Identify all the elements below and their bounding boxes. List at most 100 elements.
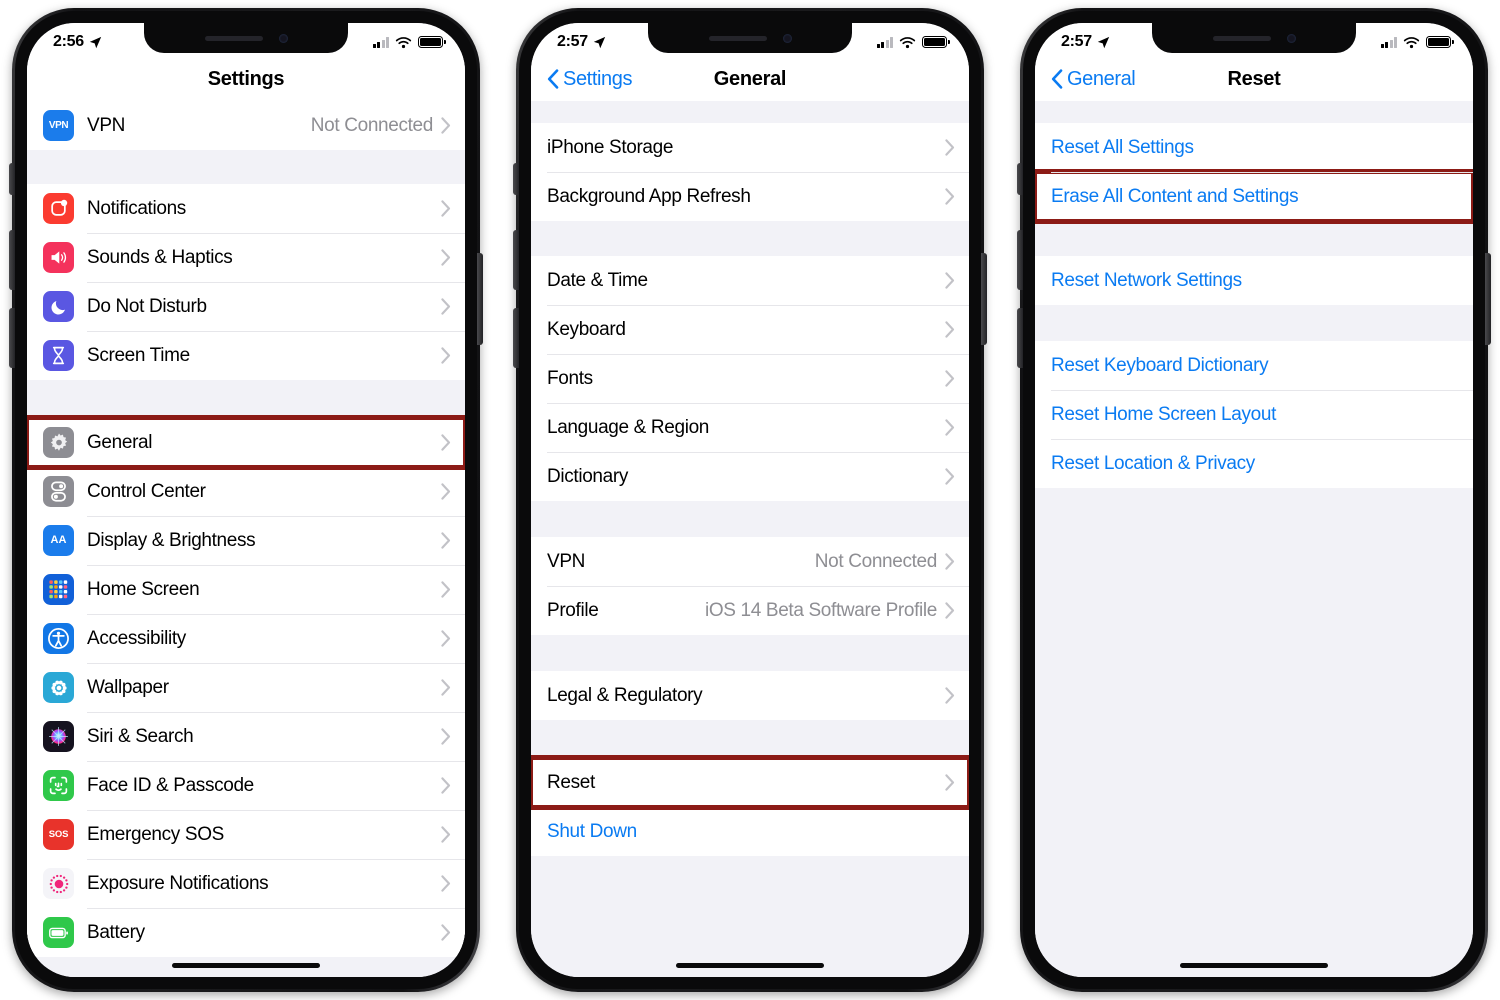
volume-down-button[interactable] (513, 308, 519, 368)
list-row-erase-all-content-and-settings[interactable]: Erase All Content and Settings (1035, 169, 1473, 224)
list-row-notifications[interactable]: Notifications (27, 184, 465, 233)
list-row-siri-search[interactable]: Siri & Search (27, 712, 465, 761)
row-label: Emergency SOS (87, 823, 224, 845)
chevron-right-icon (441, 777, 451, 794)
wifi-icon (395, 36, 412, 48)
front-camera-icon (1286, 33, 1296, 43)
row-label: Shut Down (547, 820, 637, 842)
home-indicator[interactable] (676, 963, 824, 968)
list-row-sounds-haptics[interactable]: Sounds & Haptics (27, 233, 465, 282)
settings-list[interactable]: iPhone Storage Background App Refresh Date… (531, 101, 969, 977)
chevron-right-icon (945, 419, 955, 436)
row-label: Reset Network Settings (1051, 269, 1242, 291)
chevron-right-icon (441, 298, 451, 315)
list-row-background-app-refresh[interactable]: Background App Refresh (531, 172, 969, 221)
speaker-icon (1212, 35, 1271, 41)
list-row-emergency-sos[interactable]: SOS Emergency SOS (27, 810, 465, 859)
list-row-vpn[interactable]: VPN Not Connected (531, 537, 969, 586)
list-row-do-not-disturb[interactable]: Do Not Disturb (27, 282, 465, 331)
list-row-reset-all-settings[interactable]: Reset All Settings (1035, 123, 1473, 172)
chevron-right-icon (441, 532, 451, 549)
row-label: Accessibility (87, 627, 186, 649)
chevron-right-icon (441, 347, 451, 364)
display-icon: AA (43, 525, 74, 556)
list-row-reset[interactable]: Reset (531, 755, 969, 810)
power-button[interactable] (1485, 253, 1491, 345)
row-label: Reset (547, 771, 595, 793)
list-row-legal-regulatory[interactable]: Legal & Regulatory (531, 671, 969, 720)
list-section-0: VPN VPN Not Connected (27, 101, 465, 150)
list-row-accessibility[interactable]: Accessibility (27, 614, 465, 663)
nav-back-button[interactable]: General (1051, 67, 1136, 91)
list-row-face-id-passcode[interactable]: Face ID & Passcode (27, 761, 465, 810)
list-section-1: Reset Network Settings (1035, 256, 1473, 305)
mute-switch[interactable] (513, 163, 519, 195)
row-label: Fonts (547, 367, 593, 389)
nav-back-label: General (1067, 67, 1136, 90)
list-row-dictionary[interactable]: Dictionary (531, 452, 969, 501)
chevron-right-icon (441, 875, 451, 892)
list-section-0: Reset All Settings Erase All Content and … (1035, 123, 1473, 224)
list-row-reset-network-settings[interactable]: Reset Network Settings (1035, 256, 1473, 305)
power-button[interactable] (981, 253, 987, 345)
home-indicator[interactable] (1180, 963, 1328, 968)
row-label: Battery (87, 921, 145, 943)
volume-up-button[interactable] (1017, 230, 1023, 290)
nav-back-button[interactable]: Settings (547, 68, 632, 91)
row-label: Reset Keyboard Dictionary (1051, 354, 1269, 376)
phone-settings: 2:56 Settings VPN VPN Not Connected Notificat… (9, 8, 483, 992)
settings-list[interactable]: Reset All Settings Erase All Content and … (1035, 101, 1473, 977)
list-section-0: iPhone Storage Background App Refresh (531, 123, 969, 221)
list-row-reset-home-screen-layout[interactable]: Reset Home Screen Layout (1035, 390, 1473, 439)
section-gap (1035, 221, 1473, 256)
list-row-screen-time[interactable]: Screen Time (27, 331, 465, 380)
battery-icon (418, 36, 446, 48)
status-time-group: 2:57 (1061, 33, 1110, 51)
wallpaper-icon (43, 672, 74, 703)
list-row-reset-keyboard-dictionary[interactable]: Reset Keyboard Dictionary (1035, 341, 1473, 390)
list-row-profile[interactable]: Profile iOS 14 Beta Software Profile (531, 586, 969, 635)
power-button[interactable] (477, 253, 483, 345)
settings-list[interactable]: VPN VPN Not Connected Notifications Sounds &… (27, 101, 465, 977)
nav-bar: Settings General (531, 57, 969, 101)
notch (1152, 23, 1356, 53)
volume-up-button[interactable] (9, 230, 15, 290)
sounds-icon (43, 242, 74, 273)
list-row-display-brightness[interactable]: AA Display & Brightness (27, 516, 465, 565)
list-row-control-center[interactable]: Control Center (27, 467, 465, 516)
row-label: Screen Time (87, 344, 190, 366)
row-label: Reset Home Screen Layout (1051, 403, 1276, 425)
list-row-general[interactable]: General (27, 415, 465, 470)
row-label: Reset All Settings (1051, 136, 1194, 158)
list-row-exposure-notifications[interactable]: Exposure Notifications (27, 859, 465, 908)
face-id-icon (43, 770, 74, 801)
status-time-group: 2:57 (557, 33, 606, 51)
mute-switch[interactable] (9, 163, 15, 195)
volume-down-button[interactable] (9, 308, 15, 368)
chevron-right-icon (441, 581, 451, 598)
list-row-reset-location-privacy[interactable]: Reset Location & Privacy (1035, 439, 1473, 488)
list-row-shut-down[interactable]: Shut Down (531, 807, 969, 856)
status-time-group: 2:56 (53, 33, 102, 51)
list-row-date-time[interactable]: Date & Time (531, 256, 969, 305)
volume-up-button[interactable] (513, 230, 519, 290)
row-label: Reset Location & Privacy (1051, 452, 1255, 474)
volume-down-button[interactable] (1017, 308, 1023, 368)
row-label: Display & Brightness (87, 529, 256, 551)
location-arrow-icon (593, 36, 606, 48)
list-row-vpn[interactable]: VPN VPN Not Connected (27, 101, 465, 150)
list-section-2: General Control Center AA Display & Brightn… (27, 415, 465, 957)
list-row-keyboard[interactable]: Keyboard (531, 305, 969, 354)
row-label: Keyboard (547, 318, 626, 340)
list-row-wallpaper[interactable]: Wallpaper (27, 663, 465, 712)
list-row-home-screen[interactable]: Home Screen (27, 565, 465, 614)
list-row-battery[interactable]: Battery (27, 908, 465, 957)
mute-switch[interactable] (1017, 163, 1023, 195)
row-label: Sounds & Haptics (87, 246, 233, 268)
status-indicators (372, 36, 446, 49)
home-indicator[interactable] (172, 963, 320, 968)
chevron-right-icon (945, 188, 955, 205)
list-row-fonts[interactable]: Fonts (531, 354, 969, 403)
list-row-language-region[interactable]: Language & Region (531, 403, 969, 452)
list-row-iphone-storage[interactable]: iPhone Storage (531, 123, 969, 172)
